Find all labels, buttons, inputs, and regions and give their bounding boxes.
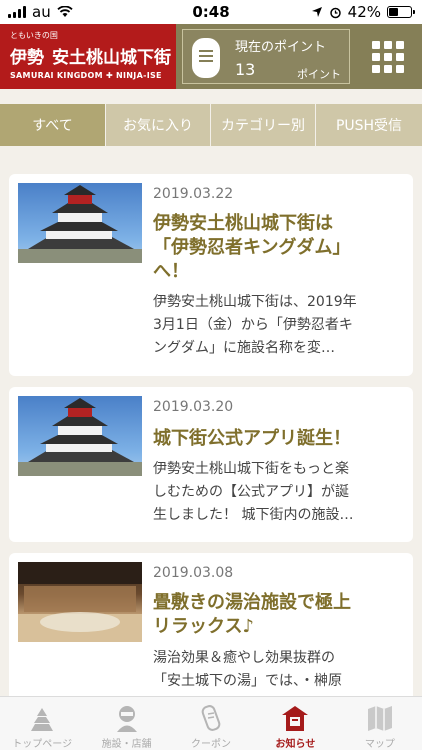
news-thumbnail bbox=[18, 396, 142, 476]
tab-favorites[interactable]: お気に入り bbox=[106, 104, 211, 146]
tab-push[interactable]: PUSH受信 bbox=[316, 104, 422, 146]
notice-icon bbox=[282, 706, 309, 731]
news-date: 2019.03.20 bbox=[153, 399, 234, 415]
tabbar-coupon[interactable]: クーポン bbox=[169, 697, 253, 750]
tabbar-top[interactable]: トップページ bbox=[0, 697, 84, 750]
news-thumbnail bbox=[18, 183, 142, 263]
castle-image bbox=[18, 185, 142, 263]
status-bar: au 0:48 42% bbox=[0, 0, 422, 24]
tabbar-notices[interactable]: お知らせ bbox=[253, 697, 337, 750]
news-title: 城下街公式アプリ誕生！ bbox=[153, 428, 351, 449]
news-item[interactable]: 2019.03.20 城下街公式アプリ誕生！ 伊勢安土桃山城下街をもっと楽 しむ… bbox=[9, 387, 413, 542]
category-tabs: すべて お気に入り カテゴリー別 PUSH受信 bbox=[0, 104, 422, 146]
news-title: 畳敷きの湯治施設で極上 リラックス♪ bbox=[153, 592, 351, 637]
tab-category[interactable]: カテゴリー別 bbox=[211, 104, 316, 146]
logo-subtitle: SAMURAI KINGDOM ✚ NINJA-ISE bbox=[10, 71, 162, 80]
news-item[interactable]: 2019.03.22 伊勢安土桃山城下街は 「伊勢忍者キングダム」 へ！ 伊勢安… bbox=[9, 174, 413, 376]
tabbar-facilities[interactable]: 施設・店舗 bbox=[84, 697, 168, 750]
points-label: 現在のポイント bbox=[235, 40, 327, 55]
point-card-icon bbox=[192, 38, 220, 78]
castle-image bbox=[18, 398, 142, 476]
coupon-icon bbox=[201, 705, 221, 731]
news-title: 伊勢安土桃山城下街は 「伊勢忍者キングダム」 へ！ bbox=[153, 213, 351, 282]
bottom-tab-bar: トップページ 施設・店舗 クーポン お知らせ マップ bbox=[0, 696, 422, 750]
news-excerpt: 湯治効果＆癒やし効果抜群の 「安土城下の湯」では、・榊原 bbox=[153, 650, 342, 689]
points-panel[interactable]: 現在のポイント 13 ポイント bbox=[182, 29, 350, 84]
app-header: ともいきの国 伊勢 安土桃山城下街 SAMURAI KINGDOM ✚ NINJ… bbox=[0, 24, 422, 89]
points-unit: ポイント bbox=[297, 68, 341, 81]
alarm-icon bbox=[329, 7, 341, 18]
logo-title-right: 安土桃山城下街 bbox=[52, 48, 171, 68]
battery-icon bbox=[387, 6, 415, 18]
tabbar-label: お知らせ bbox=[275, 739, 316, 750]
tabbar-label: マップ bbox=[364, 739, 395, 750]
news-excerpt: 伊勢安土桃山城下街をもっと楽 しむための【公式アプリ】が誕 生しました！ 城下街… bbox=[153, 461, 354, 523]
points-value: 13 bbox=[235, 60, 256, 79]
map-icon bbox=[367, 706, 392, 731]
battery-percent: 42% bbox=[347, 3, 381, 21]
ninja-icon bbox=[116, 706, 137, 732]
news-thumbnail bbox=[18, 562, 142, 642]
news-date: 2019.03.08 bbox=[153, 565, 234, 581]
tabbar-label: クーポン bbox=[191, 739, 232, 750]
logo-title-left: 伊勢 bbox=[10, 48, 44, 68]
grid-menu-icon bbox=[372, 40, 404, 73]
news-excerpt: 伊勢安土桃山城下街は、2019年 3月1日（金）から「伊勢忍者キ ングダム」に施… bbox=[153, 294, 357, 356]
tabbar-map[interactable]: マップ bbox=[338, 697, 422, 750]
tabbar-label: 施設・店舗 bbox=[101, 739, 152, 750]
tabbar-label: トップページ bbox=[12, 739, 73, 750]
tab-all[interactable]: すべて bbox=[0, 104, 106, 146]
onsen-image bbox=[18, 562, 142, 642]
menu-button[interactable] bbox=[354, 24, 422, 89]
app-logo[interactable]: ともいきの国 伊勢 安土桃山城下街 SAMURAI KINGDOM ✚ NINJ… bbox=[0, 24, 176, 89]
location-arrow-icon bbox=[311, 7, 322, 17]
news-item[interactable]: 2019.03.08 畳敷きの湯治施設で極上 リラックス♪ 湯治効果＆癒やし効果… bbox=[9, 553, 413, 713]
news-date: 2019.03.22 bbox=[153, 186, 234, 202]
castle-icon bbox=[31, 708, 54, 731]
logo-tagline: ともいきの国 bbox=[10, 31, 58, 40]
